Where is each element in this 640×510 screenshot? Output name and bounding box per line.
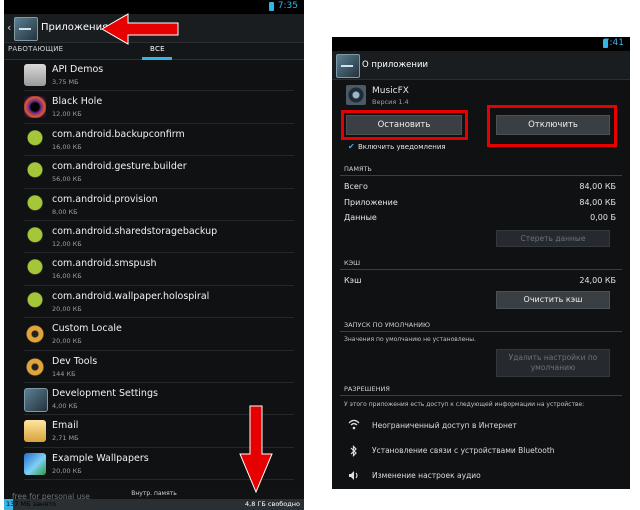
- red-arrow-left-icon: [100, 13, 179, 45]
- red-arrow-down-icon: [239, 405, 273, 494]
- annotation-overlay: [100, 13, 273, 494]
